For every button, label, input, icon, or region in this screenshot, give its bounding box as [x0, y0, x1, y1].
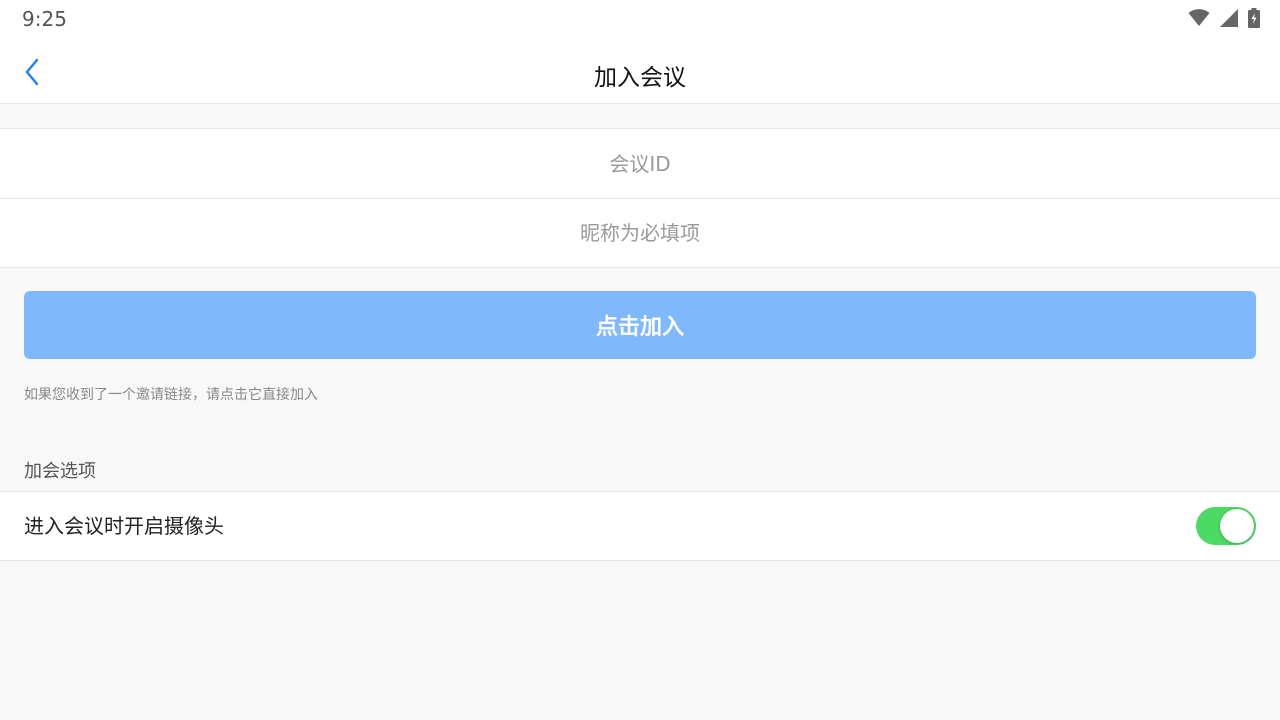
status-bar: 9:25: [0, 0, 1280, 40]
toggle-knob: [1220, 509, 1254, 543]
status-time: 9:25: [22, 7, 67, 31]
invite-link-hint: 如果您收到了一个邀请链接，请点击它直接加入: [24, 387, 318, 403]
nickname-row: [0, 198, 1280, 267]
join-options-header: 加会选项: [24, 461, 96, 482]
battery-charging-icon: [1248, 8, 1260, 28]
nickname-input[interactable]: [0, 199, 1280, 267]
meeting-id-row: [0, 129, 1280, 198]
camera-option-row: 进入会议时开启摄像头: [0, 491, 1280, 561]
wifi-icon: [1188, 9, 1210, 27]
camera-toggle[interactable]: [1196, 507, 1256, 545]
chevron-left-icon: [24, 58, 40, 90]
page-title: 加入会议: [594, 65, 686, 91]
join-form: [0, 128, 1280, 268]
app-bar: 加入会议: [0, 40, 1280, 104]
join-button[interactable]: 点击加入: [24, 291, 1256, 359]
camera-option-label: 进入会议时开启摄像头: [24, 514, 224, 538]
back-button[interactable]: [14, 56, 50, 92]
status-icons: [1188, 8, 1260, 28]
cellular-signal-icon: [1220, 9, 1238, 27]
meeting-id-input[interactable]: [0, 129, 1280, 198]
